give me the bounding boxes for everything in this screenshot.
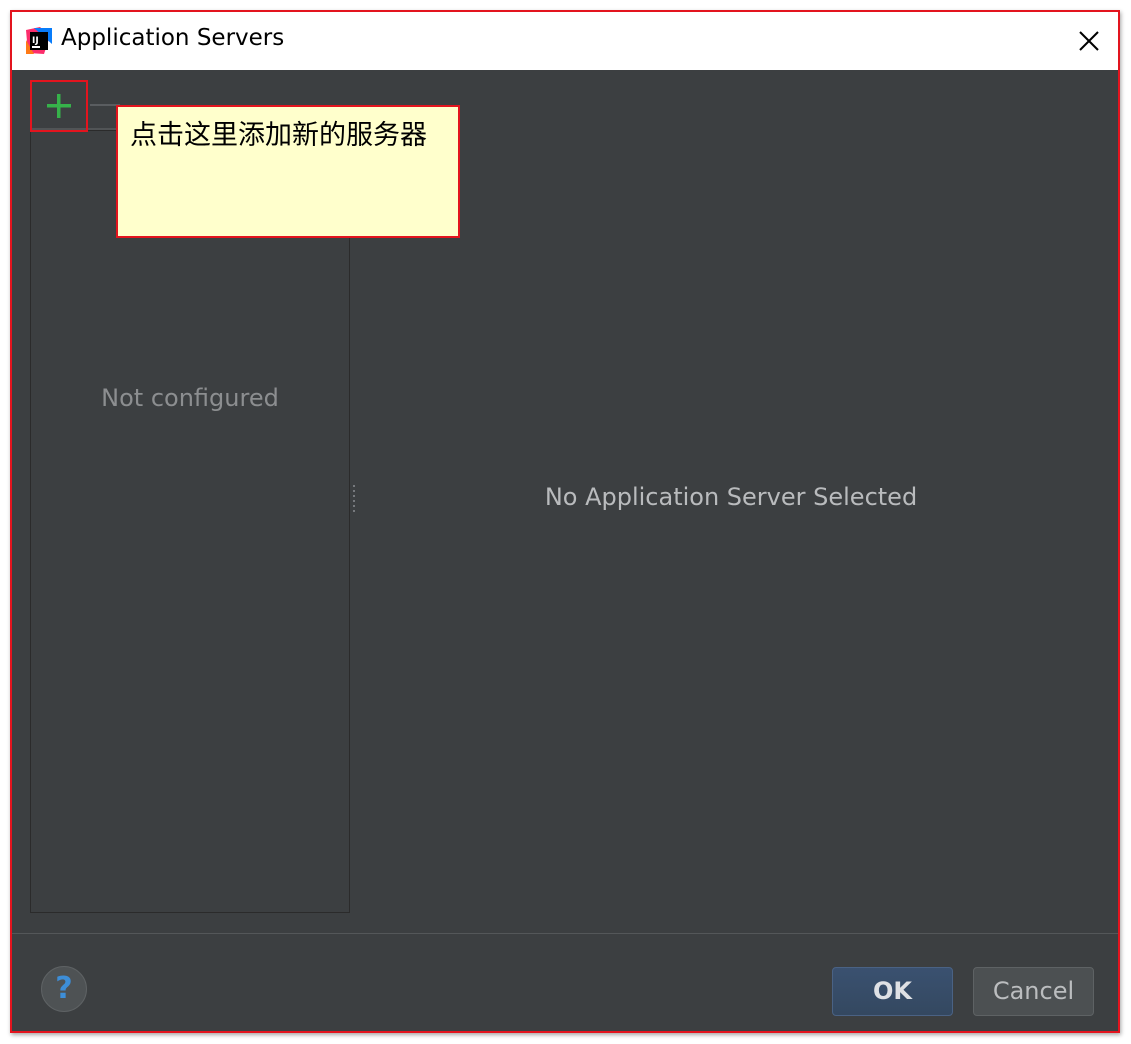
footer-separator (12, 933, 1118, 934)
add-server-button[interactable] (30, 80, 88, 132)
server-list-panel[interactable]: Not configured (30, 130, 350, 913)
close-icon[interactable] (1074, 26, 1104, 56)
panel-splitter-handle[interactable] (352, 484, 356, 514)
plus-icon (47, 94, 71, 118)
intellij-idea-icon: IJ (26, 27, 52, 54)
cancel-button[interactable]: Cancel (973, 967, 1094, 1016)
ok-button[interactable]: OK (832, 967, 953, 1016)
svg-text:IJ: IJ (32, 36, 39, 46)
help-button[interactable]: ? (41, 966, 87, 1012)
help-icon: ? (55, 971, 73, 1006)
not-configured-label: Not configured (101, 384, 279, 412)
application-servers-dialog: IJ Application Servers Not configured No… (10, 10, 1120, 1033)
no-server-selected-label: No Application Server Selected (544, 483, 918, 511)
title-bar: IJ Application Servers (12, 12, 1118, 70)
window-title: Application Servers (61, 25, 285, 51)
annotation-callout: 点击这里添加新的服务器 (116, 105, 460, 238)
